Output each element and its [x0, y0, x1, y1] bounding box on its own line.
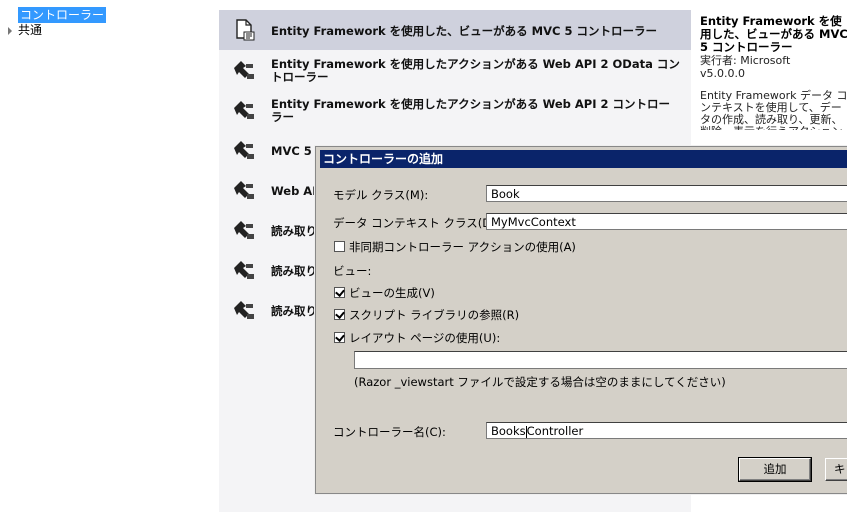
generate-views-label: ビューの生成(V): [349, 286, 435, 300]
description-title: Entity Framework を使用した、ビューがある MVC 5 コントロ…: [700, 14, 847, 54]
dialog-title[interactable]: コントローラーの追加: [320, 150, 847, 168]
data-context-label: データ コンテキスト クラス(D):: [333, 216, 500, 230]
model-class-label: モデル クラス(M):: [333, 188, 429, 202]
tree-item-controller[interactable]: コントローラー: [18, 7, 107, 23]
controller-icon: [234, 101, 254, 119]
layout-page-input[interactable]: [354, 351, 847, 369]
data-context-combobox[interactable]: MyMvcContext: [486, 213, 847, 230]
controller-name-input[interactable]: BooksController: [486, 422, 847, 439]
controller-name-label: コントローラー名(C):: [333, 425, 446, 439]
script-library-label: スクリプト ライブラリの参照(R): [349, 308, 520, 322]
controller-icon: [234, 181, 254, 199]
async-actions-label: 非同期コントローラー アクションの使用(A): [349, 240, 576, 254]
model-class-combobox[interactable]: Book: [486, 185, 847, 202]
views-section-label: ビュー:: [333, 264, 372, 278]
controller-icon: [234, 61, 254, 79]
controller-icon: [234, 141, 254, 159]
controller-icon: [234, 261, 254, 279]
template-label: Entity Framework を使用した、ビューがある MVC 5 コントロ…: [271, 23, 657, 38]
tree-item-common-label: 共通: [18, 23, 43, 37]
description-author: 実行者: Microsoft: [700, 54, 791, 67]
generate-views-checkbox[interactable]: [334, 287, 345, 298]
layout-page-label: レイアウト ページの使用(U):: [349, 331, 501, 345]
expand-arrow-icon[interactable]: [8, 26, 12, 35]
template-category-tree: コントローラー 共通: [0, 0, 215, 524]
description-text: Entity Framework データ コンテキストを使用して、データの作成、…: [700, 89, 847, 131]
template-item[interactable]: Entity Framework を使用した、ビューがある MVC 5 コントロ…: [219, 10, 691, 50]
layout-hint-text: (Razor _viewstart ファイルで設定する場合は空のままにしてくださ…: [354, 375, 726, 389]
tree-item-common[interactable]: 共通: [8, 22, 42, 38]
template-label: Entity Framework を使用したアクションがある Web API 2…: [271, 57, 680, 84]
template-item[interactable]: Entity Framework を使用したアクションがある Web API 2…: [219, 50, 691, 90]
description-version: v5.0.0.0: [700, 67, 745, 80]
layout-page-checkbox[interactable]: [334, 332, 345, 343]
controller-name-after-caret: Controller: [526, 424, 584, 438]
template-description-pane: Entity Framework を使用した、ビューがある MVC 5 コントロ…: [692, 10, 847, 130]
mvc-scaffold-icon: [236, 19, 255, 41]
script-library-checkbox[interactable]: [334, 309, 345, 320]
add-controller-dialog: コントローラーの追加 モデル クラス(M): Book データ コンテキスト ク…: [315, 146, 847, 494]
add-button[interactable]: 追加: [738, 457, 812, 482]
controller-icon: [234, 221, 254, 239]
async-actions-checkbox[interactable]: [334, 241, 345, 252]
cancel-button[interactable]: キ: [825, 458, 847, 481]
template-item[interactable]: Entity Framework を使用したアクションがある Web API 2…: [219, 90, 691, 130]
controller-name-before-caret: Books: [491, 424, 526, 438]
controller-icon: [234, 301, 254, 319]
template-label: Entity Framework を使用したアクションがある Web API 2…: [271, 97, 671, 124]
